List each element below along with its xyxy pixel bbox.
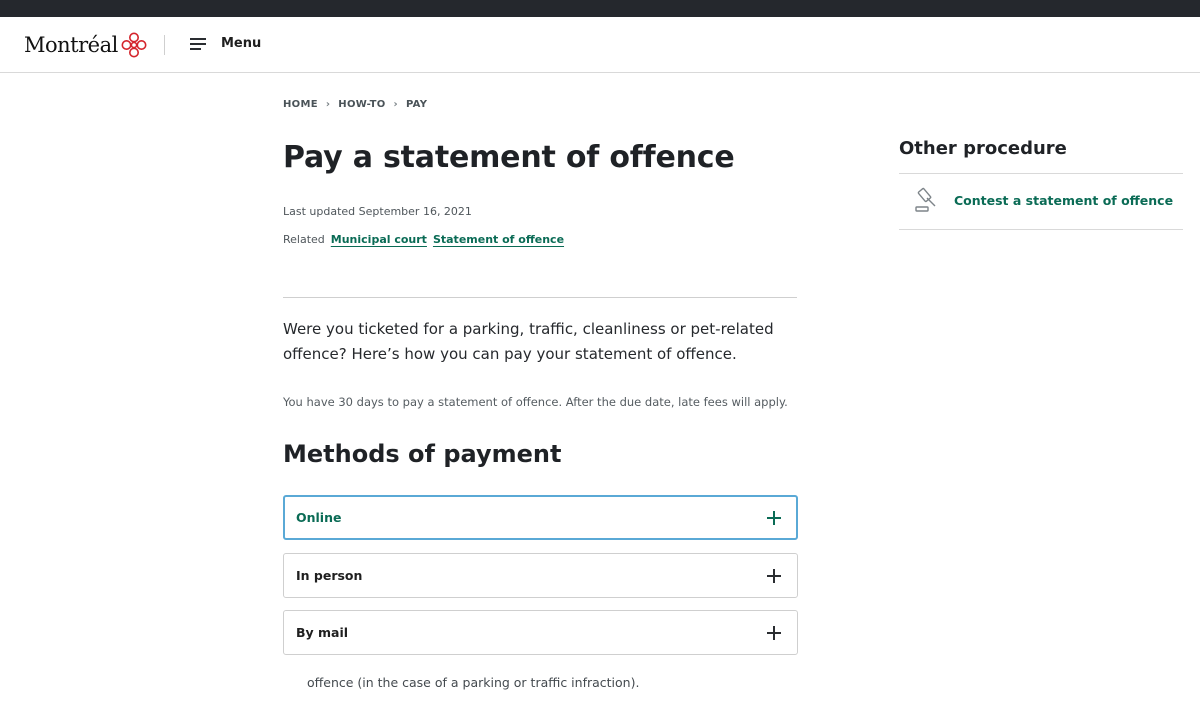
due-date-note: You have 30 days to pay a statement of o… bbox=[283, 395, 788, 409]
related-tags: Related Municipal court Statement of off… bbox=[283, 233, 564, 246]
browser-top-bar bbox=[0, 0, 1200, 17]
chevron-right-icon: › bbox=[325, 99, 331, 110]
menu-label: Menu bbox=[221, 36, 262, 51]
chevron-right-icon: › bbox=[393, 99, 398, 110]
accordion-in-person[interactable]: In person bbox=[283, 553, 798, 598]
page-title: Pay a statement of offence bbox=[283, 140, 735, 175]
logo-text: Montréal bbox=[24, 33, 118, 57]
hamburger-icon bbox=[190, 37, 206, 50]
breadcrumb-pay[interactable]: PAY bbox=[406, 99, 427, 110]
accordion-label: Online bbox=[296, 510, 342, 525]
aside-divider-bottom bbox=[899, 229, 1183, 230]
last-updated: Last updated September 16, 2021 bbox=[283, 205, 472, 218]
accordion-label: By mail bbox=[296, 625, 349, 640]
contest-link-label: Contest a statement of offence bbox=[954, 192, 1174, 208]
tag-municipal-court[interactable]: Municipal court bbox=[331, 233, 427, 246]
site-header: Montréal Menu bbox=[0, 17, 1200, 73]
breadcrumb: HOME › HOW-TO › PAY bbox=[283, 99, 427, 110]
accordion-label: In person bbox=[296, 568, 363, 583]
plus-icon bbox=[767, 625, 781, 640]
breadcrumb-home[interactable]: HOME bbox=[283, 99, 318, 110]
partial-content-text: offence (in the case of a parking or tra… bbox=[307, 675, 640, 690]
montreal-logo[interactable]: Montréal bbox=[24, 32, 147, 58]
accordion-online[interactable]: Online bbox=[283, 495, 798, 540]
content-divider bbox=[283, 297, 797, 298]
plus-icon bbox=[767, 568, 781, 583]
aside-divider-top bbox=[899, 173, 1183, 174]
header-divider bbox=[164, 35, 165, 55]
plus-icon bbox=[767, 510, 781, 525]
accordion-by-mail[interactable]: By mail bbox=[283, 610, 798, 655]
breadcrumb-how-to[interactable]: HOW-TO bbox=[338, 99, 385, 110]
gavel-icon bbox=[915, 187, 936, 212]
rose-emblem-icon bbox=[121, 32, 147, 58]
menu-button[interactable]: Menu bbox=[190, 36, 261, 51]
section-title: Methods of payment bbox=[283, 440, 562, 468]
tag-statement-of-offence[interactable]: Statement of offence bbox=[433, 233, 564, 246]
related-label: Related bbox=[283, 233, 325, 246]
lead-paragraph: Were you ticketed for a parking, traffic… bbox=[283, 320, 774, 363]
contest-statement-link[interactable]: Contest a statement of offence bbox=[912, 186, 1173, 214]
aside-title: Other procedure bbox=[899, 138, 1067, 159]
